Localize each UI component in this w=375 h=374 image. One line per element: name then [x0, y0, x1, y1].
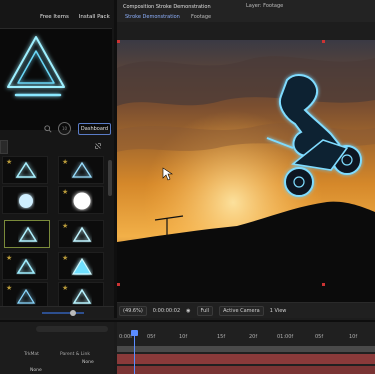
- size-slider-thumb[interactable]: [70, 310, 76, 316]
- triangle-light-icon: [18, 226, 38, 242]
- circle-button[interactable]: 10: [58, 122, 71, 135]
- work-area-bar[interactable]: [117, 346, 375, 352]
- size-slider-track[interactable]: [42, 312, 84, 314]
- collapse-icon[interactable]: [94, 142, 102, 150]
- playhead[interactable]: [134, 332, 135, 374]
- timeline-tracks[interactable]: 0:00f 05f 10f 15f 20f 01:00f 05f 10f: [117, 322, 375, 374]
- preset-item[interactable]: [4, 220, 50, 248]
- panel-toolbar: 10 Dashboard: [0, 118, 114, 140]
- trkmat-header: TrkMat: [24, 352, 39, 357]
- ruler-label: 05f: [315, 334, 324, 340]
- triangle-light-icon: [16, 258, 36, 274]
- timecode-display[interactable]: 0:00:00:02: [153, 308, 180, 314]
- search-icon[interactable]: [44, 125, 52, 133]
- install-pack-link[interactable]: Install Pack: [79, 14, 110, 20]
- footage-frame: [117, 40, 375, 302]
- free-items-link[interactable]: Free Items: [40, 14, 69, 20]
- dashboard-button[interactable]: Dashboard: [78, 123, 111, 135]
- scrollbar[interactable]: [108, 160, 112, 196]
- layer-bar[interactable]: [117, 354, 375, 364]
- subtab-stroke-demonstration[interactable]: Stroke Demonstration: [125, 14, 180, 20]
- ruler-label: 10f: [349, 334, 358, 340]
- tab-layer[interactable]: Layer: Footage: [246, 3, 283, 9]
- viewer-tab-bar: Composition Stroke Demonstration Layer: …: [117, 0, 375, 22]
- resolution-dropdown[interactable]: Full: [196, 305, 214, 316]
- triangle-light-icon: [72, 226, 92, 242]
- preset-item[interactable]: ★: [58, 156, 104, 184]
- camera-dropdown[interactable]: Active Camera: [219, 305, 264, 316]
- preset-item[interactable]: ★: [58, 252, 104, 280]
- layer-tab-label: Layer: Footage: [246, 3, 284, 9]
- parent-dropdown[interactable]: None: [82, 360, 94, 365]
- layer-controls: TrkMat Parent & Link None None: [0, 322, 114, 374]
- preset-item[interactable]: ★: [58, 186, 104, 214]
- ruler-label: 10f: [179, 334, 188, 340]
- triangle-outline-icon: [71, 161, 93, 178]
- preset-item[interactable]: ★: [2, 156, 48, 184]
- ruler-label: 20f: [249, 334, 258, 340]
- ruler-label: 05f: [147, 334, 156, 340]
- composition-viewer[interactable]: [117, 40, 375, 302]
- camera-snapshot-icon[interactable]: ◉: [186, 308, 190, 314]
- tab-composition[interactable]: Composition Stroke Demonstration: [123, 4, 211, 10]
- composition-tab-label: Composition Stroke Demonstration: [123, 4, 211, 10]
- preset-item[interactable]: [2, 186, 48, 214]
- zoom-dropdown[interactable]: (49.6%): [119, 305, 147, 316]
- views-dropdown[interactable]: 1 View: [270, 308, 287, 314]
- glow-orb-large-icon: [73, 192, 91, 210]
- preset-item[interactable]: ★: [58, 220, 104, 248]
- top-links: Free Items Install Pack: [40, 14, 110, 20]
- parent-header: Parent & Link: [60, 352, 90, 357]
- sub-footage-label: Footage: [191, 14, 212, 20]
- timeline-panel: TrkMat Parent & Link None None 0:00f 05f…: [0, 320, 375, 374]
- time-ruler[interactable]: 0:00f 05f 10f 15f 20f 01:00f 05f 10f: [117, 334, 375, 344]
- subtab-footage[interactable]: Footage: [191, 14, 211, 20]
- panel-footer: [0, 306, 114, 318]
- timeline-search-field[interactable]: [36, 326, 108, 332]
- trkmat-dropdown[interactable]: None: [30, 368, 42, 373]
- viewer-controls: (49.6%) 0:00:00:02 ◉ Full Active Camera …: [117, 302, 375, 318]
- ruler-label: 15f: [217, 334, 226, 340]
- ruler-label: 01:00f: [277, 334, 294, 340]
- sub-comp-label: Stroke Demonstration: [125, 14, 180, 20]
- triangle-bright-icon: [71, 257, 93, 275]
- glow-orb-icon: [19, 194, 33, 208]
- preset-item[interactable]: ★: [2, 252, 48, 280]
- preset-grid: ★ ★ ★ ★ ★ ★ ★ ★: [2, 156, 108, 310]
- effects-panel: Free Items Install Pack 10 Dashboard ★ ★: [0, 0, 114, 318]
- preview-area: [0, 28, 112, 130]
- triangle-light-icon: [15, 161, 37, 178]
- panel-edge-tab[interactable]: [0, 140, 8, 154]
- layer-bar[interactable]: [117, 366, 375, 374]
- triangle-preview-icon: [7, 36, 65, 97]
